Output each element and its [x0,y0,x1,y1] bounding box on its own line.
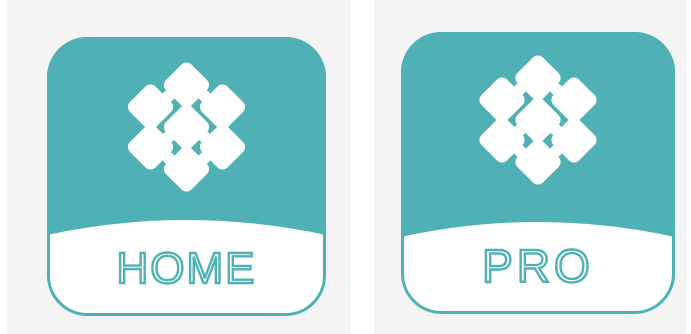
logo-connector [550,124,562,136]
logo-connector [550,145,562,157]
home-app-icon[interactable]: HOME [47,37,326,316]
logo-connector [514,83,526,95]
app-label-pro: PRO [482,240,594,292]
logo-connector [198,131,211,143]
logo-connector [162,90,175,102]
logo-connector [550,83,562,95]
logo-connector [162,152,175,164]
logo-connector [198,152,211,164]
logo-connector [514,145,526,157]
logo-connector [162,131,175,143]
app-label-home: HOME [117,244,257,293]
logo-connector [514,124,526,136]
pro-app-icon[interactable]: PRO [401,32,675,314]
logo-connector [198,90,211,102]
